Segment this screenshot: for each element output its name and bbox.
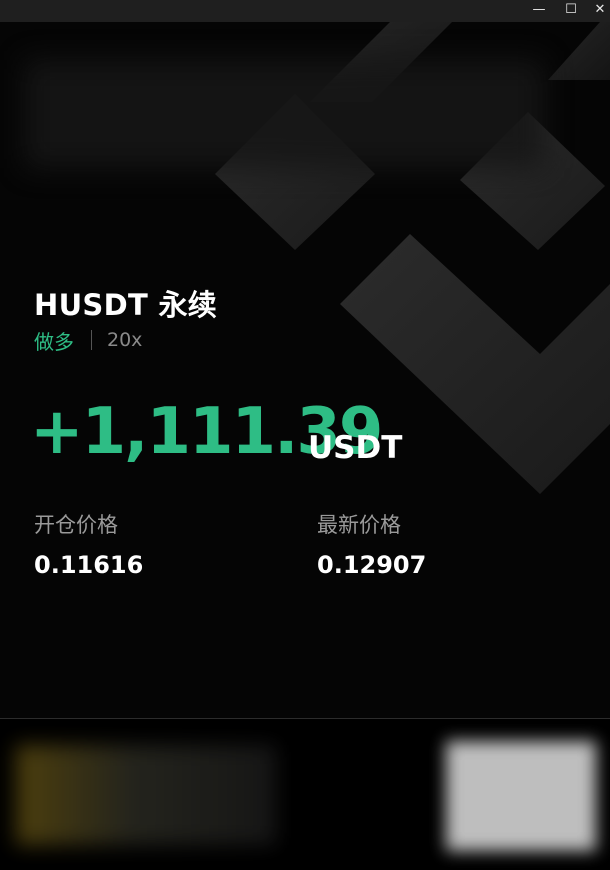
minimize-button[interactable]: — [524,0,554,22]
card-footer [0,719,610,870]
position-info: 做多 20x [34,327,143,354]
last-price-label: 最新价格 [317,513,401,537]
open-price-block: 开仓价格 0.11616 [34,510,143,580]
maximize-button[interactable]: ☐ [556,0,586,22]
last-price-block: 最新价格 0.12907 [317,510,426,580]
app-window: — ☐ ✕ HUSDT 永续 做多 20x +1,111.39 USDT 开仓价… [0,0,610,870]
pnl-share-card: HUSDT 永续 做多 20x +1,111.39 USDT 开仓价格 0.11… [0,22,610,718]
pnl-unit: USDT [308,430,403,466]
open-price-value: 0.11616 [34,551,144,579]
pair-title: HUSDT 永续 [34,288,218,322]
close-button[interactable]: ✕ [585,0,610,22]
leverage-label: 20x [107,329,143,351]
position-divider [91,330,92,350]
last-price-value: 0.12907 [317,551,427,579]
position-side: 做多 [34,329,74,354]
blurred-qr-code [446,741,596,851]
window-titlebar: — ☐ ✕ [0,0,610,22]
blurred-banner [24,60,544,168]
blurred-referral-info [16,745,276,845]
open-price-label: 开仓价格 [34,513,118,537]
